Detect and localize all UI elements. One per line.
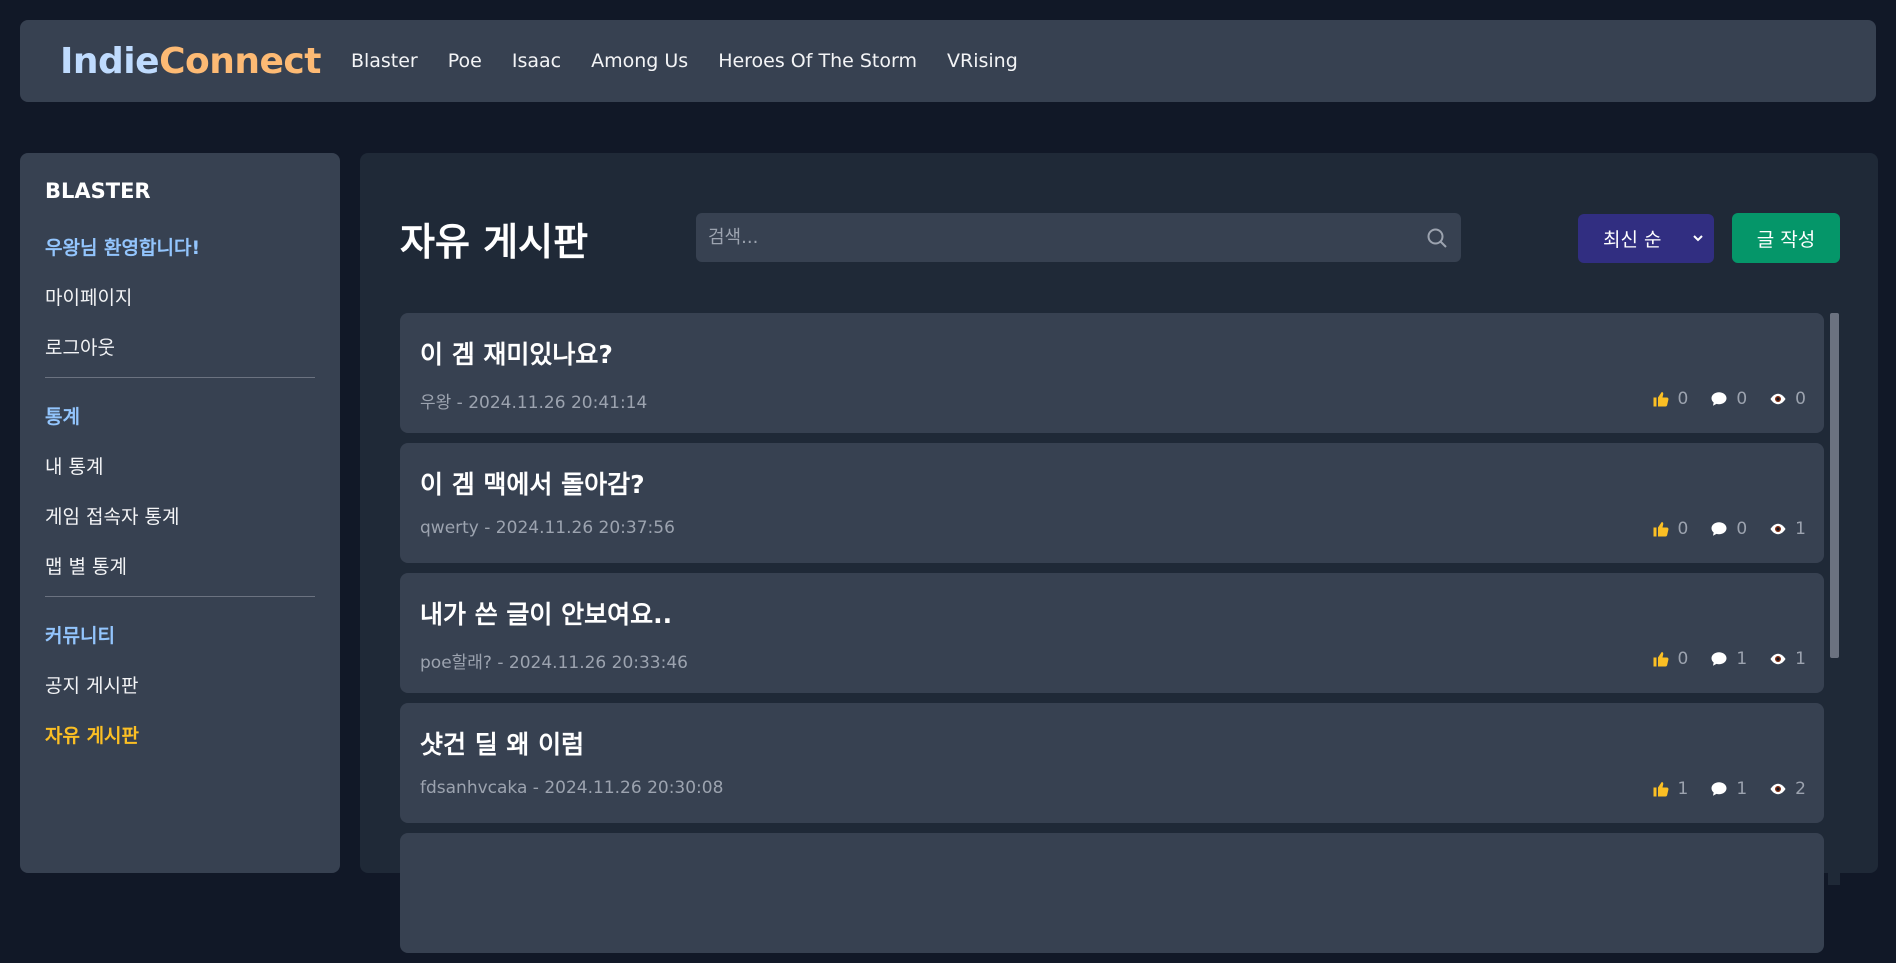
main-content: 자유 게시판 최신 순 글 작성 이 겜 재미있나요? 우왕 - 2024.11…	[360, 153, 1878, 953]
thumbs-up-icon	[1653, 781, 1668, 797]
comment-icon	[1711, 782, 1727, 796]
sidebar-item-my-stats[interactable]: 내 통계	[45, 450, 315, 484]
post-stats: 1 1 2	[1652, 779, 1806, 799]
post-item[interactable]: 샷건 딜 왜 이럼 fdsanhvcaka - 2024.11.26 20:30…	[400, 703, 1824, 823]
sidebar-item-free-board[interactable]: 자유 게시판	[45, 719, 315, 753]
sort-select-value: 최신 순	[1603, 229, 1662, 251]
chevron-down-icon	[1693, 235, 1703, 242]
sidebar-item-mypage[interactable]: 마이페이지	[45, 281, 315, 315]
post-title: 이 겜 재미있나요?	[420, 340, 613, 369]
nav-poe[interactable]: Poe	[448, 50, 482, 72]
thumbs-up-icon	[1653, 521, 1668, 537]
search-icon[interactable]	[1425, 226, 1449, 250]
sidebar-item-player-stats[interactable]: 게임 접속자 통계	[45, 500, 315, 534]
post-item[interactable]: 이 겜 재미있나요? 우왕 - 2024.11.26 20:41:14 0 0 …	[400, 313, 1824, 433]
nav-among-us[interactable]: Among Us	[591, 50, 688, 72]
sidebar-item-notice-board[interactable]: 공지 게시판	[45, 669, 315, 703]
top-navbar: IndieConnect Blaster Poe Isaac Among Us …	[20, 20, 1876, 102]
sidebar-section-community: 커뮤니티	[45, 625, 115, 647]
nav-vrising[interactable]: VRising	[947, 50, 1018, 72]
sidebar-title: BLASTER	[45, 179, 151, 203]
post-stats: 0 0 0	[1652, 389, 1806, 409]
eye-icon	[1770, 393, 1786, 405]
welcome-message: 우왕님 환영합니다!	[45, 237, 201, 259]
sort-select[interactable]: 최신 순	[1578, 214, 1714, 263]
post-item[interactable]: 내가 쓴 글이 안보여요.. poe할래? - 2024.11.26 20:33…	[400, 573, 1824, 693]
post-meta: poe할래? - 2024.11.26 20:33:46	[420, 653, 688, 673]
search-input[interactable]	[696, 213, 1461, 262]
post-meta: 우왕 - 2024.11.26 20:41:14	[420, 393, 648, 413]
view-count: 1	[1795, 649, 1806, 669]
post-title: 내가 쓴 글이 안보여요..	[420, 600, 673, 629]
post-item[interactable]: 이 겜 맥에서 돌아감? qwerty - 2024.11.26 20:37:5…	[400, 443, 1824, 563]
post-list-scrollbar[interactable]	[1828, 305, 1840, 885]
like-count: 0	[1677, 649, 1689, 669]
post-stats: 0 0 1	[1652, 519, 1806, 539]
post-meta: fdsanhvcaka - 2024.11.26 20:30:08	[420, 778, 724, 798]
like-count: 0	[1677, 389, 1689, 409]
eye-icon	[1770, 523, 1786, 535]
search-box	[696, 213, 1461, 262]
post-item-partial[interactable]	[400, 833, 1824, 953]
write-post-button[interactable]: 글 작성	[1732, 213, 1840, 263]
sidebar-divider	[45, 377, 315, 378]
page-title: 자유 게시판	[400, 220, 589, 264]
view-count: 1	[1795, 519, 1806, 539]
eye-icon	[1770, 653, 1786, 665]
nav-blaster[interactable]: Blaster	[351, 50, 418, 72]
comment-count: 1	[1736, 779, 1748, 799]
post-meta: qwerty - 2024.11.26 20:37:56	[420, 518, 675, 538]
comment-icon	[1711, 392, 1727, 406]
like-count: 1	[1677, 779, 1689, 799]
comment-count: 0	[1736, 389, 1748, 409]
nav-isaac[interactable]: Isaac	[512, 50, 561, 72]
logo-part-2: Connect	[159, 40, 321, 82]
sidebar-item-logout[interactable]: 로그아웃	[45, 331, 315, 365]
logo[interactable]: IndieConnect	[60, 41, 321, 82]
sidebar-item-map-stats[interactable]: 맵 별 통계	[45, 550, 315, 584]
like-count: 0	[1677, 519, 1689, 539]
post-stats: 0 1 1	[1652, 649, 1806, 669]
comment-count: 0	[1736, 519, 1748, 539]
comment-icon	[1711, 652, 1727, 666]
scrollbar-thumb[interactable]	[1830, 313, 1839, 658]
post-title: 샷건 딜 왜 이럼	[420, 730, 585, 759]
comment-count: 1	[1736, 649, 1748, 669]
view-count: 2	[1795, 779, 1806, 799]
thumbs-up-icon	[1653, 651, 1668, 667]
sidebar-section-stats: 통계	[45, 406, 80, 428]
game-nav: Blaster Poe Isaac Among Us Heroes Of The…	[351, 50, 1018, 72]
sidebar: BLASTER 우왕님 환영합니다! 마이페이지 로그아웃 통계 내 통계 게임…	[20, 153, 340, 873]
thumbs-up-icon	[1653, 391, 1668, 407]
nav-heroes-of-the-storm[interactable]: Heroes Of The Storm	[718, 50, 917, 72]
comment-icon	[1711, 522, 1727, 536]
eye-icon	[1770, 783, 1786, 795]
post-title: 이 겜 맥에서 돌아감?	[420, 470, 645, 499]
view-count: 0	[1795, 389, 1806, 409]
logo-part-1: Indie	[60, 40, 160, 82]
post-list: 이 겜 재미있나요? 우왕 - 2024.11.26 20:41:14 0 0 …	[400, 313, 1824, 963]
sidebar-divider	[45, 596, 315, 597]
